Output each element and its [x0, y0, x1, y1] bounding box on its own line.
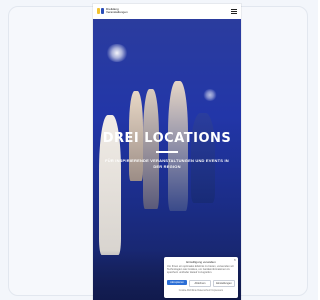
hero-divider — [156, 151, 178, 153]
logo-icon[interactable] — [97, 8, 104, 14]
consent-body: Um Ihnen ein optimales Erlebnis zu biete… — [167, 265, 234, 274]
mobile-page-preview: Dreiklang Veranstaltungen DREI LOCATIONS… — [93, 4, 241, 300]
deny-button[interactable]: Ablehnen — [189, 280, 211, 287]
consent-actions: Akzeptieren Ablehnen Einstellungen — [167, 280, 235, 287]
screenshot-canvas: Dreiklang Veranstaltungen DREI LOCATIONS… — [0, 0, 318, 300]
menu-icon[interactable] — [231, 9, 237, 14]
hero-title: DREI LOCATIONS — [102, 131, 232, 146]
consent-title: Einwilligung verwalten — [186, 260, 216, 264]
hero-subtitle: FÜR INSPIRIERENDE VERANSTALTUNGEN UND EV… — [105, 158, 229, 169]
close-icon[interactable]: × — [234, 258, 236, 262]
site-header: Dreiklang Veranstaltungen — [93, 4, 241, 19]
stage-light — [106, 44, 128, 62]
consent-links[interactable]: Cookie-Richtlinie Datenschutz Impressum — [167, 289, 235, 292]
accept-button[interactable]: Akzeptieren — [167, 280, 187, 285]
stage-light — [203, 89, 217, 101]
logo-text[interactable]: Dreiklang Veranstaltungen — [106, 8, 136, 14]
performer-figure — [168, 81, 188, 211]
preferences-button[interactable]: Einstellungen — [213, 280, 235, 287]
performer-figure — [143, 89, 159, 209]
cookie-consent-dialog: × Einwilligung verwalten Um Ihnen ein op… — [164, 257, 238, 298]
